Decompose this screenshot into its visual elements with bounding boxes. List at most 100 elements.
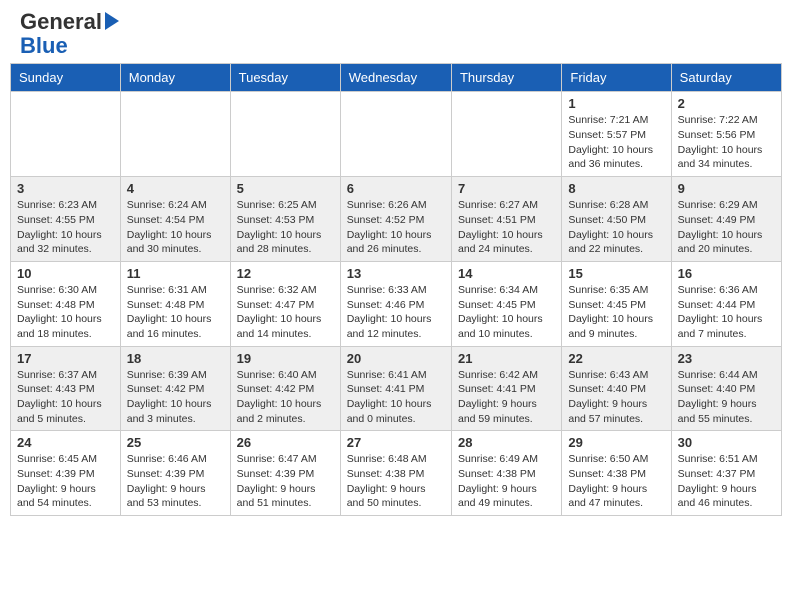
- day-number-13: 13: [347, 266, 445, 281]
- day-number-18: 18: [127, 351, 224, 366]
- day-cell-19: 19 Sunrise: 6:40 AM Sunset: 4:42 PM Dayli…: [230, 346, 340, 431]
- day-info-15: Sunrise: 6:35 AM Sunset: 4:45 PM Dayligh…: [568, 283, 664, 342]
- day-cell-25: 25 Sunrise: 6:46 AM Sunset: 4:39 PM Dayli…: [120, 431, 230, 516]
- empty-cell: [340, 92, 451, 177]
- day-cell-15: 15 Sunrise: 6:35 AM Sunset: 4:45 PM Dayli…: [562, 261, 671, 346]
- weekday-header-sunday: Sunday: [11, 64, 121, 92]
- logo-blue: Blue: [20, 34, 119, 58]
- day-number-8: 8: [568, 181, 664, 196]
- day-number-15: 15: [568, 266, 664, 281]
- day-info-1: Sunrise: 7:21 AM Sunset: 5:57 PM Dayligh…: [568, 113, 664, 172]
- day-cell-4: 4 Sunrise: 6:24 AM Sunset: 4:54 PM Daylig…: [120, 177, 230, 262]
- day-cell-22: 22 Sunrise: 6:43 AM Sunset: 4:40 PM Dayli…: [562, 346, 671, 431]
- day-number-19: 19: [237, 351, 334, 366]
- empty-cell: [451, 92, 561, 177]
- day-info-13: Sunrise: 6:33 AM Sunset: 4:46 PM Dayligh…: [347, 283, 445, 342]
- weekday-header-tuesday: Tuesday: [230, 64, 340, 92]
- empty-cell: [120, 92, 230, 177]
- day-cell-3: 3 Sunrise: 6:23 AM Sunset: 4:55 PM Daylig…: [11, 177, 121, 262]
- day-info-20: Sunrise: 6:41 AM Sunset: 4:41 PM Dayligh…: [347, 368, 445, 427]
- calendar-row-0: 1 Sunrise: 7:21 AM Sunset: 5:57 PM Daylig…: [11, 92, 782, 177]
- weekday-header-saturday: Saturday: [671, 64, 781, 92]
- day-number-7: 7: [458, 181, 555, 196]
- calendar-header-row: SundayMondayTuesdayWednesdayThursdayFrid…: [11, 64, 782, 92]
- day-info-26: Sunrise: 6:47 AM Sunset: 4:39 PM Dayligh…: [237, 452, 334, 511]
- day-info-14: Sunrise: 6:34 AM Sunset: 4:45 PM Dayligh…: [458, 283, 555, 342]
- day-cell-26: 26Sunrise: 6:47 AM Sunset: 4:39 PM Dayli…: [230, 431, 340, 516]
- day-info-8: Sunrise: 6:28 AM Sunset: 4:50 PM Dayligh…: [568, 198, 664, 257]
- day-info-2: Sunrise: 7:22 AM Sunset: 5:56 PM Dayligh…: [678, 113, 775, 172]
- day-number-22: 22: [568, 351, 664, 366]
- day-cell-5: 5 Sunrise: 6:25 AM Sunset: 4:53 PM Daylig…: [230, 177, 340, 262]
- day-cell-13: 13 Sunrise: 6:33 AM Sunset: 4:46 PM Dayli…: [340, 261, 451, 346]
- day-cell-8: 8 Sunrise: 6:28 AM Sunset: 4:50 PM Daylig…: [562, 177, 671, 262]
- day-number-3: 3: [17, 181, 114, 196]
- day-cell-17: 17 Sunrise: 6:37 AM Sunset: 4:43 PM Dayli…: [11, 346, 121, 431]
- day-number-20: 20: [347, 351, 445, 366]
- day-cell-1: 1 Sunrise: 7:21 AM Sunset: 5:57 PM Daylig…: [562, 92, 671, 177]
- day-number-25: 25: [127, 435, 224, 450]
- day-number-28: 28: [458, 435, 555, 450]
- day-cell-24: 24Sunrise: 6:45 AM Sunset: 4:39 PM Dayli…: [11, 431, 121, 516]
- day-number-30: 30: [678, 435, 775, 450]
- day-cell-30: 30 Sunrise: 6:51 AM Sunset: 4:37 PM Dayli…: [671, 431, 781, 516]
- day-info-25: Sunrise: 6:46 AM Sunset: 4:39 PM Dayligh…: [127, 452, 224, 511]
- logo: General Blue: [20, 10, 119, 58]
- page-container: General Blue SundayMondayTuesdayWednesda…: [0, 0, 792, 516]
- day-info-4: Sunrise: 6:24 AM Sunset: 4:54 PM Dayligh…: [127, 198, 224, 257]
- day-cell-20: 20 Sunrise: 6:41 AM Sunset: 4:41 PM Dayli…: [340, 346, 451, 431]
- day-number-2: 2: [678, 96, 775, 111]
- empty-cell: [11, 92, 121, 177]
- day-number-17: 17: [17, 351, 114, 366]
- logo-arrow-icon: [105, 12, 119, 30]
- day-cell-2: 2 Sunrise: 7:22 AM Sunset: 5:56 PM Daylig…: [671, 92, 781, 177]
- day-info-12: Sunrise: 6:32 AM Sunset: 4:47 PM Dayligh…: [237, 283, 334, 342]
- day-cell-27: 27 Sunrise: 6:48 AM Sunset: 4:38 PM Dayli…: [340, 431, 451, 516]
- day-info-17: Sunrise: 6:37 AM Sunset: 4:43 PM Dayligh…: [17, 368, 114, 427]
- day-number-1: 1: [568, 96, 664, 111]
- day-number-23: 23: [678, 351, 775, 366]
- calendar-row-1: 3 Sunrise: 6:23 AM Sunset: 4:55 PM Daylig…: [11, 177, 782, 262]
- day-number-21: 21: [458, 351, 555, 366]
- weekday-header-wednesday: Wednesday: [340, 64, 451, 92]
- day-number-4: 4: [127, 181, 224, 196]
- day-number-5: 5: [237, 181, 334, 196]
- weekday-header-monday: Monday: [120, 64, 230, 92]
- day-info-3: Sunrise: 6:23 AM Sunset: 4:55 PM Dayligh…: [17, 198, 114, 257]
- day-info-23: Sunrise: 6:44 AM Sunset: 4:40 PM Dayligh…: [678, 368, 775, 427]
- day-cell-18: 18 Sunrise: 6:39 AM Sunset: 4:42 PM Dayli…: [120, 346, 230, 431]
- day-cell-29: 29Sunrise: 6:50 AM Sunset: 4:38 PM Dayli…: [562, 431, 671, 516]
- day-info-10: Sunrise: 6:30 AM Sunset: 4:48 PM Dayligh…: [17, 283, 114, 342]
- day-info-21: Sunrise: 6:42 AM Sunset: 4:41 PM Dayligh…: [458, 368, 555, 427]
- day-info-19: Sunrise: 6:40 AM Sunset: 4:42 PM Dayligh…: [237, 368, 334, 427]
- day-info-11: Sunrise: 6:31 AM Sunset: 4:48 PM Dayligh…: [127, 283, 224, 342]
- calendar-row-4: 24Sunrise: 6:45 AM Sunset: 4:39 PM Dayli…: [11, 431, 782, 516]
- day-info-18: Sunrise: 6:39 AM Sunset: 4:42 PM Dayligh…: [127, 368, 224, 427]
- weekday-header-thursday: Thursday: [451, 64, 561, 92]
- day-number-12: 12: [237, 266, 334, 281]
- day-cell-14: 14 Sunrise: 6:34 AM Sunset: 4:45 PM Dayli…: [451, 261, 561, 346]
- day-info-5: Sunrise: 6:25 AM Sunset: 4:53 PM Dayligh…: [237, 198, 334, 257]
- calendar-row-3: 17 Sunrise: 6:37 AM Sunset: 4:43 PM Dayli…: [11, 346, 782, 431]
- logo-text: General Blue: [20, 10, 119, 58]
- day-number-10: 10: [17, 266, 114, 281]
- empty-cell: [230, 92, 340, 177]
- day-cell-10: 10 Sunrise: 6:30 AM Sunset: 4:48 PM Dayli…: [11, 261, 121, 346]
- day-number-24: 24: [17, 435, 114, 450]
- day-number-29: 29: [568, 435, 664, 450]
- day-number-27: 27: [347, 435, 445, 450]
- day-info-30: Sunrise: 6:51 AM Sunset: 4:37 PM Dayligh…: [678, 452, 775, 511]
- day-info-7: Sunrise: 6:27 AM Sunset: 4:51 PM Dayligh…: [458, 198, 555, 257]
- day-number-6: 6: [347, 181, 445, 196]
- day-info-27: Sunrise: 6:48 AM Sunset: 4:38 PM Dayligh…: [347, 452, 445, 511]
- day-cell-28: 28 Sunrise: 6:49 AM Sunset: 4:38 PM Dayli…: [451, 431, 561, 516]
- day-info-22: Sunrise: 6:43 AM Sunset: 4:40 PM Dayligh…: [568, 368, 664, 427]
- day-number-16: 16: [678, 266, 775, 281]
- day-cell-9: 9Sunrise: 6:29 AM Sunset: 4:49 PM Daylig…: [671, 177, 781, 262]
- header: General Blue: [0, 0, 792, 63]
- day-cell-12: 12 Sunrise: 6:32 AM Sunset: 4:47 PM Dayli…: [230, 261, 340, 346]
- day-info-16: Sunrise: 6:36 AM Sunset: 4:44 PM Dayligh…: [678, 283, 775, 342]
- day-info-28: Sunrise: 6:49 AM Sunset: 4:38 PM Dayligh…: [458, 452, 555, 511]
- day-number-14: 14: [458, 266, 555, 281]
- day-info-9: Sunrise: 6:29 AM Sunset: 4:49 PM Dayligh…: [678, 198, 775, 257]
